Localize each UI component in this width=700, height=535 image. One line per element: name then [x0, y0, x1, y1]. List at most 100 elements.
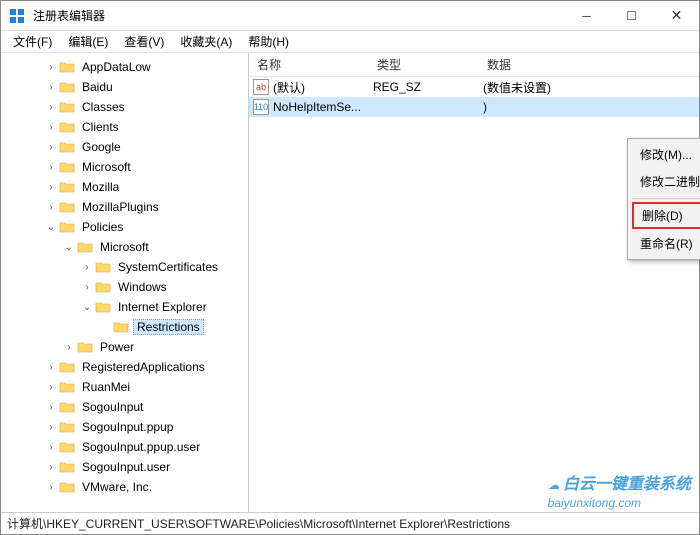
- tree-item[interactable]: › VMware, Inc.: [1, 477, 248, 497]
- column-name[interactable]: 名称: [249, 56, 369, 73]
- expand-icon[interactable]: ›: [43, 162, 59, 173]
- tree-item[interactable]: › Baidu: [1, 77, 248, 97]
- tree-item[interactable]: › RuanMei: [1, 377, 248, 397]
- expand-icon[interactable]: ›: [61, 342, 77, 353]
- column-data[interactable]: 数据: [479, 56, 699, 73]
- tree-item[interactable]: ⌄Internet Explorer: [1, 297, 248, 317]
- folder-icon: [95, 300, 111, 314]
- expand-icon[interactable]: ›: [43, 202, 59, 213]
- tree-item-label: Power: [97, 340, 137, 354]
- tree-item-label: Baidu: [79, 80, 116, 94]
- list-row[interactable]: 110 NoHelpItemSe...): [249, 97, 699, 117]
- cell-data: ): [483, 100, 699, 114]
- column-type[interactable]: 类型: [369, 56, 479, 73]
- tree-item[interactable]: › Clients: [1, 117, 248, 137]
- menu-file[interactable]: 文件(F): [5, 31, 60, 52]
- tree-item-label: SogouInput.ppup.user: [79, 440, 203, 454]
- collapse-icon[interactable]: ⌄: [61, 242, 77, 253]
- folder-icon: [95, 260, 111, 274]
- tree-item-label: Google: [79, 140, 124, 154]
- close-button[interactable]: ✕: [654, 1, 699, 30]
- tree-item[interactable]: ›Classes: [1, 97, 248, 117]
- tree-item[interactable]: ·Restrictions: [1, 317, 248, 337]
- expand-icon[interactable]: ›: [79, 262, 95, 273]
- minimize-button[interactable]: ─: [564, 1, 609, 30]
- expand-icon[interactable]: ›: [43, 422, 59, 433]
- tree-item[interactable]: › AppDataLow: [1, 57, 248, 77]
- ctx-delete[interactable]: 删除(D): [634, 204, 700, 227]
- tree-item[interactable]: › SogouInput: [1, 397, 248, 417]
- tree-item-label: SogouInput.ppup: [79, 420, 176, 434]
- menu-bar: 文件(F) 编辑(E) 查看(V) 收藏夹(A) 帮助(H): [1, 31, 699, 53]
- tree-item[interactable]: › Mozilla: [1, 177, 248, 197]
- tree-item-label: SogouInput: [79, 400, 146, 414]
- expand-icon[interactable]: ›: [43, 482, 59, 493]
- tree-item[interactable]: ›RegisteredApplications: [1, 357, 248, 377]
- menu-help[interactable]: 帮助(H): [240, 31, 297, 52]
- folder-icon: [95, 280, 111, 294]
- folder-icon: [59, 80, 75, 94]
- tree-item[interactable]: › SogouInput.ppup.user: [1, 437, 248, 457]
- tree-item[interactable]: › Power: [1, 337, 248, 357]
- folder-icon: [59, 120, 75, 134]
- list-body: ab(默认)REG_SZ(数值未设置) 110 NoHelpItemSe...): [249, 77, 699, 117]
- window-title: 注册表编辑器: [33, 7, 564, 24]
- maximize-button[interactable]: ☐: [609, 1, 654, 30]
- tree-item[interactable]: ⌄ Policies: [1, 217, 248, 237]
- tree-item[interactable]: › SogouInput.ppup: [1, 417, 248, 437]
- expand-icon[interactable]: ›: [43, 462, 59, 473]
- binary-value-icon: 110: [253, 99, 269, 115]
- expand-icon[interactable]: ›: [43, 382, 59, 393]
- ctx-modify-binary[interactable]: 修改二进制数据(B)...: [630, 168, 700, 195]
- folder-icon: [59, 160, 75, 174]
- expand-icon[interactable]: ›: [43, 122, 59, 133]
- list-header: 名称 类型 数据: [249, 53, 699, 77]
- expand-icon[interactable]: ›: [79, 282, 95, 293]
- tree-item[interactable]: › MozillaPlugins: [1, 197, 248, 217]
- list-row[interactable]: ab(默认)REG_SZ(数值未设置): [249, 77, 699, 97]
- folder-icon: [59, 140, 75, 154]
- context-menu: 修改(M)... 修改二进制数据(B)... 删除(D) 重命名(R): [627, 138, 700, 260]
- tree-item[interactable]: › Google: [1, 137, 248, 157]
- title-bar: 注册表编辑器 ─ ☐ ✕: [1, 1, 699, 31]
- tree-item-label: RuanMei: [79, 380, 133, 394]
- collapse-icon[interactable]: ⌄: [43, 222, 59, 233]
- expand-icon[interactable]: ›: [43, 62, 59, 73]
- tree-item-label: MozillaPlugins: [79, 200, 162, 214]
- folder-icon: [59, 100, 75, 114]
- tree-item[interactable]: ›Windows: [1, 277, 248, 297]
- tree-item-label: Restrictions: [133, 319, 204, 335]
- menu-edit[interactable]: 编辑(E): [60, 31, 116, 52]
- menu-favorites[interactable]: 收藏夹(A): [172, 31, 240, 52]
- cell-name: NoHelpItemSe...: [273, 100, 373, 114]
- tree-item-label: Policies: [79, 220, 126, 234]
- menu-view[interactable]: 查看(V): [116, 31, 172, 52]
- expand-icon[interactable]: ›: [43, 362, 59, 373]
- tree-item-label: VMware, Inc.: [79, 480, 155, 494]
- tree-item[interactable]: › Microsoft: [1, 157, 248, 177]
- tree-item[interactable]: ›SystemCertificates: [1, 257, 248, 277]
- cell-type: REG_SZ: [373, 80, 483, 94]
- tree-item[interactable]: ›SogouInput.user: [1, 457, 248, 477]
- tree-item-label: Clients: [79, 120, 122, 134]
- expand-icon[interactable]: ›: [43, 402, 59, 413]
- expand-icon[interactable]: ›: [43, 182, 59, 193]
- folder-icon: [59, 60, 75, 74]
- list-panel[interactable]: 名称 类型 数据 ab(默认)REG_SZ(数值未设置) 110 NoHelpIte…: [249, 53, 699, 512]
- expand-icon[interactable]: ›: [43, 82, 59, 93]
- tree-panel[interactable]: ›AppDataLow›Baidu›Classes›Clients›Google…: [1, 53, 249, 512]
- folder-icon: [59, 220, 75, 234]
- tree-item[interactable]: ⌄ Microsoft: [1, 237, 248, 257]
- expand-icon[interactable]: ›: [43, 442, 59, 453]
- tree-item-label: Microsoft: [79, 160, 134, 174]
- expand-icon[interactable]: ›: [43, 102, 59, 113]
- folder-icon: [59, 400, 75, 414]
- tree-item-label: Microsoft: [97, 240, 152, 254]
- expand-icon[interactable]: ›: [43, 142, 59, 153]
- ctx-rename[interactable]: 重命名(R): [630, 230, 700, 257]
- tree-item-label: Mozilla: [79, 180, 122, 194]
- tree-item-label: AppDataLow: [79, 60, 154, 74]
- collapse-icon[interactable]: ⌄: [79, 302, 95, 313]
- folder-icon: [59, 180, 75, 194]
- ctx-modify[interactable]: 修改(M)...: [630, 141, 700, 168]
